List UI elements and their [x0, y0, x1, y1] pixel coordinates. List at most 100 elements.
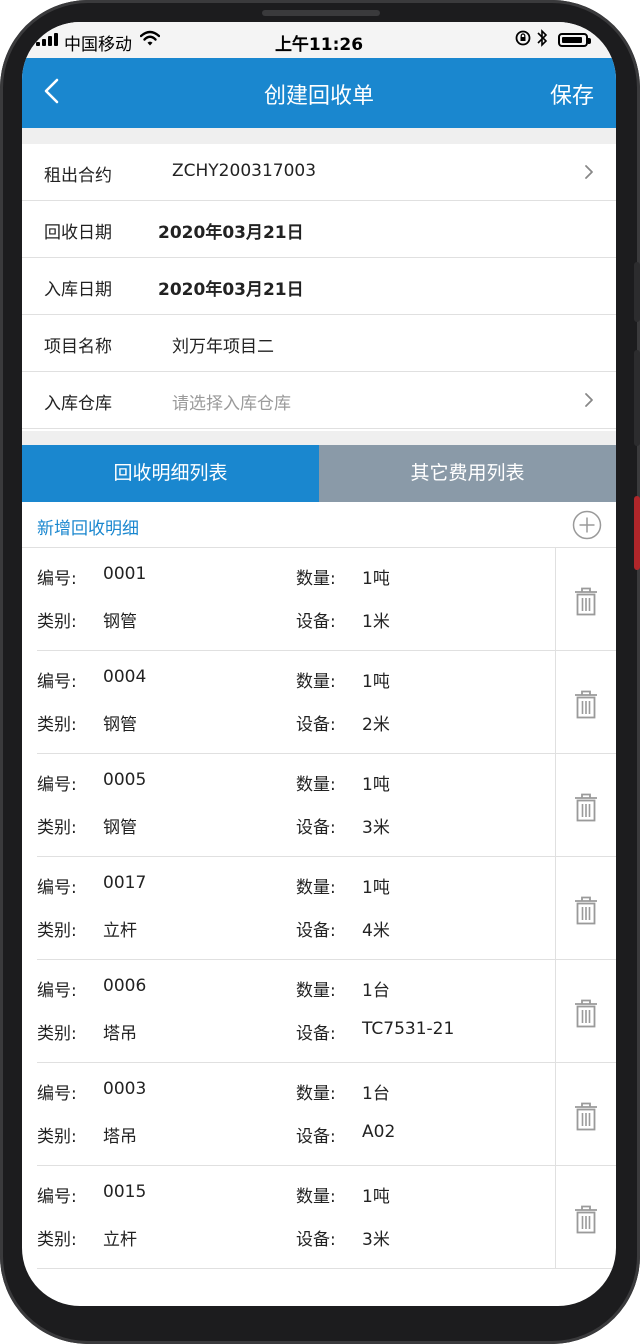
number-value: 0005	[103, 770, 147, 790]
quantity-value: 1吨	[362, 1187, 390, 1207]
quantity-label: 数量:	[296, 775, 336, 795]
category-label: 类别:	[37, 1127, 77, 1147]
quantity-label: 数量:	[296, 1084, 336, 1104]
trash-icon[interactable]	[572, 894, 600, 926]
project-name-row: 项目名称 刘万年项目二	[22, 315, 616, 372]
number-label: 编号:	[37, 569, 77, 589]
number-value: 0015	[103, 1182, 147, 1202]
quantity-label: 数量:	[296, 981, 336, 1001]
add-circle-icon[interactable]	[572, 510, 602, 540]
list-item[interactable]: 编号: 0015 类别: 立杆 数量: 1吨 设备: 3米	[37, 1166, 616, 1269]
device-value: 3米	[362, 818, 390, 838]
trash-icon[interactable]	[572, 1203, 600, 1235]
number-label: 编号:	[37, 878, 77, 898]
phone-frame: 中国移动 上午11:26 创建回收单 保存 租出合约 ZCHY200317003…	[0, 0, 640, 1344]
bluetooth-icon	[536, 28, 548, 53]
tab-bar: 回收明细列表 其它费用列表	[22, 445, 616, 502]
battery-icon	[558, 33, 591, 47]
trash-icon[interactable]	[572, 585, 600, 617]
category-label: 类别:	[37, 1230, 77, 1250]
device-label: 设备:	[296, 1127, 336, 1147]
chevron-right-icon	[585, 393, 593, 407]
category-value: 塔吊	[103, 1024, 137, 1044]
recycle-date-value: 2020年03月21日	[158, 223, 304, 243]
quantity-value: 1吨	[362, 775, 390, 795]
number-value: 0001	[103, 564, 147, 584]
section-gap	[22, 128, 616, 144]
row-divider	[555, 754, 556, 857]
contract-value: ZCHY200317003	[172, 161, 317, 181]
category-value: 立杆	[103, 1230, 137, 1250]
row-divider	[555, 548, 556, 651]
list-item[interactable]: 编号: 0004 类别: 钢管 数量: 1吨设备: 2米	[37, 651, 616, 754]
tab-recycle-details[interactable]: 回收明细列表	[22, 445, 319, 502]
quantity-label: 数量:	[296, 672, 336, 692]
device-value: 2米	[362, 715, 390, 735]
quantity-value: 1吨	[362, 878, 390, 898]
number-label: 编号:	[37, 672, 77, 692]
number-value: 0003	[103, 1079, 147, 1099]
device-label: 设备:	[296, 715, 336, 735]
device-value: 4米	[362, 921, 390, 941]
field-label: 回收日期	[44, 223, 112, 243]
device-label: 设备:	[296, 612, 336, 632]
row-divider	[555, 1166, 556, 1269]
quantity-value: 1吨	[362, 569, 390, 589]
category-value: 立杆	[103, 921, 137, 941]
list-item[interactable]: 编号: 0005 类别: 钢管 数量: 1吨 设备: 3米	[37, 754, 616, 857]
number-label: 编号:	[37, 1084, 77, 1104]
storage-date-value: 2020年03月21日	[158, 280, 304, 300]
quantity-value: 1吨	[362, 672, 390, 692]
section-gap	[22, 431, 616, 445]
number-label: 编号:	[37, 1187, 77, 1207]
field-label: 项目名称	[44, 337, 112, 357]
trash-icon[interactable]	[572, 688, 600, 720]
add-detail-link[interactable]: 新增回收明细	[37, 514, 139, 539]
add-detail-bar[interactable]: 新增回收明细	[22, 502, 616, 548]
number-value: 0006	[103, 976, 147, 996]
trash-icon[interactable]	[572, 791, 600, 823]
list-item[interactable]: 编号: 0001 类别: 钢管 数量: 1吨 设备: 1米	[37, 548, 616, 651]
quantity-label: 数量:	[296, 1187, 336, 1207]
volume-button	[634, 262, 640, 322]
list-item[interactable]: 编号: 0003 类别: 塔吊 数量: 1台 设备: A02	[37, 1063, 616, 1166]
storage-date-row[interactable]: 入库日期 2020年03月21日	[22, 258, 616, 315]
category-value: 钢管	[103, 715, 137, 735]
warehouse-placeholder: 请选择入库仓库	[172, 394, 291, 414]
device-label: 设备:	[296, 1024, 336, 1044]
device-label: 设备:	[296, 818, 336, 838]
category-label: 类别:	[37, 612, 77, 632]
device-value: TC7531-21	[362, 1019, 455, 1039]
category-label: 类别:	[37, 715, 77, 735]
list-item[interactable]: 编号: 0017 类别: 立杆 数量: 1吨 设备: 4米	[37, 857, 616, 960]
recycle-date-row[interactable]: 回收日期 2020年03月21日	[22, 201, 616, 258]
chevron-right-icon	[585, 165, 593, 179]
device-value: 3米	[362, 1230, 390, 1250]
status-bar: 中国移动 上午11:26	[22, 22, 616, 58]
quantity-value: 1台	[362, 981, 390, 1001]
number-label: 编号:	[37, 981, 77, 1001]
category-label: 类别:	[37, 1024, 77, 1044]
contract-row[interactable]: 租出合约 ZCHY200317003	[22, 144, 616, 201]
tab-other-fees[interactable]: 其它费用列表	[319, 445, 616, 502]
number-value: 0004	[103, 667, 147, 687]
list-item[interactable]: 编号: 0006 类别: 塔吊 数量: 1台设备: TC7531-21	[37, 960, 616, 1063]
save-button[interactable]: 保存	[550, 78, 594, 110]
category-value: 塔吊	[103, 1127, 137, 1147]
device-value: 1米	[362, 612, 390, 632]
detail-list: 编号: 0001 类别: 钢管 数量: 1吨 设备: 1米 编号: 0004 类别: 钢管 数量: 1吨设…	[22, 548, 616, 1269]
number-value: 0017	[103, 873, 147, 893]
form-section: 租出合约 ZCHY200317003 回收日期 2020年03月21日 入库日期…	[22, 144, 616, 429]
device-label: 设备:	[296, 921, 336, 941]
trash-icon[interactable]	[572, 997, 600, 1029]
warehouse-row[interactable]: 入库仓库 请选择入库仓库	[22, 372, 616, 429]
nav-bar: 创建回收单 保存	[22, 58, 616, 128]
row-divider	[555, 1063, 556, 1166]
category-label: 类别:	[37, 818, 77, 838]
speaker-grille	[262, 10, 380, 16]
trash-icon[interactable]	[572, 1100, 600, 1132]
field-label: 租出合约	[44, 166, 112, 186]
category-label: 类别:	[37, 921, 77, 941]
field-label: 入库日期	[44, 280, 112, 300]
number-label: 编号:	[37, 775, 77, 795]
